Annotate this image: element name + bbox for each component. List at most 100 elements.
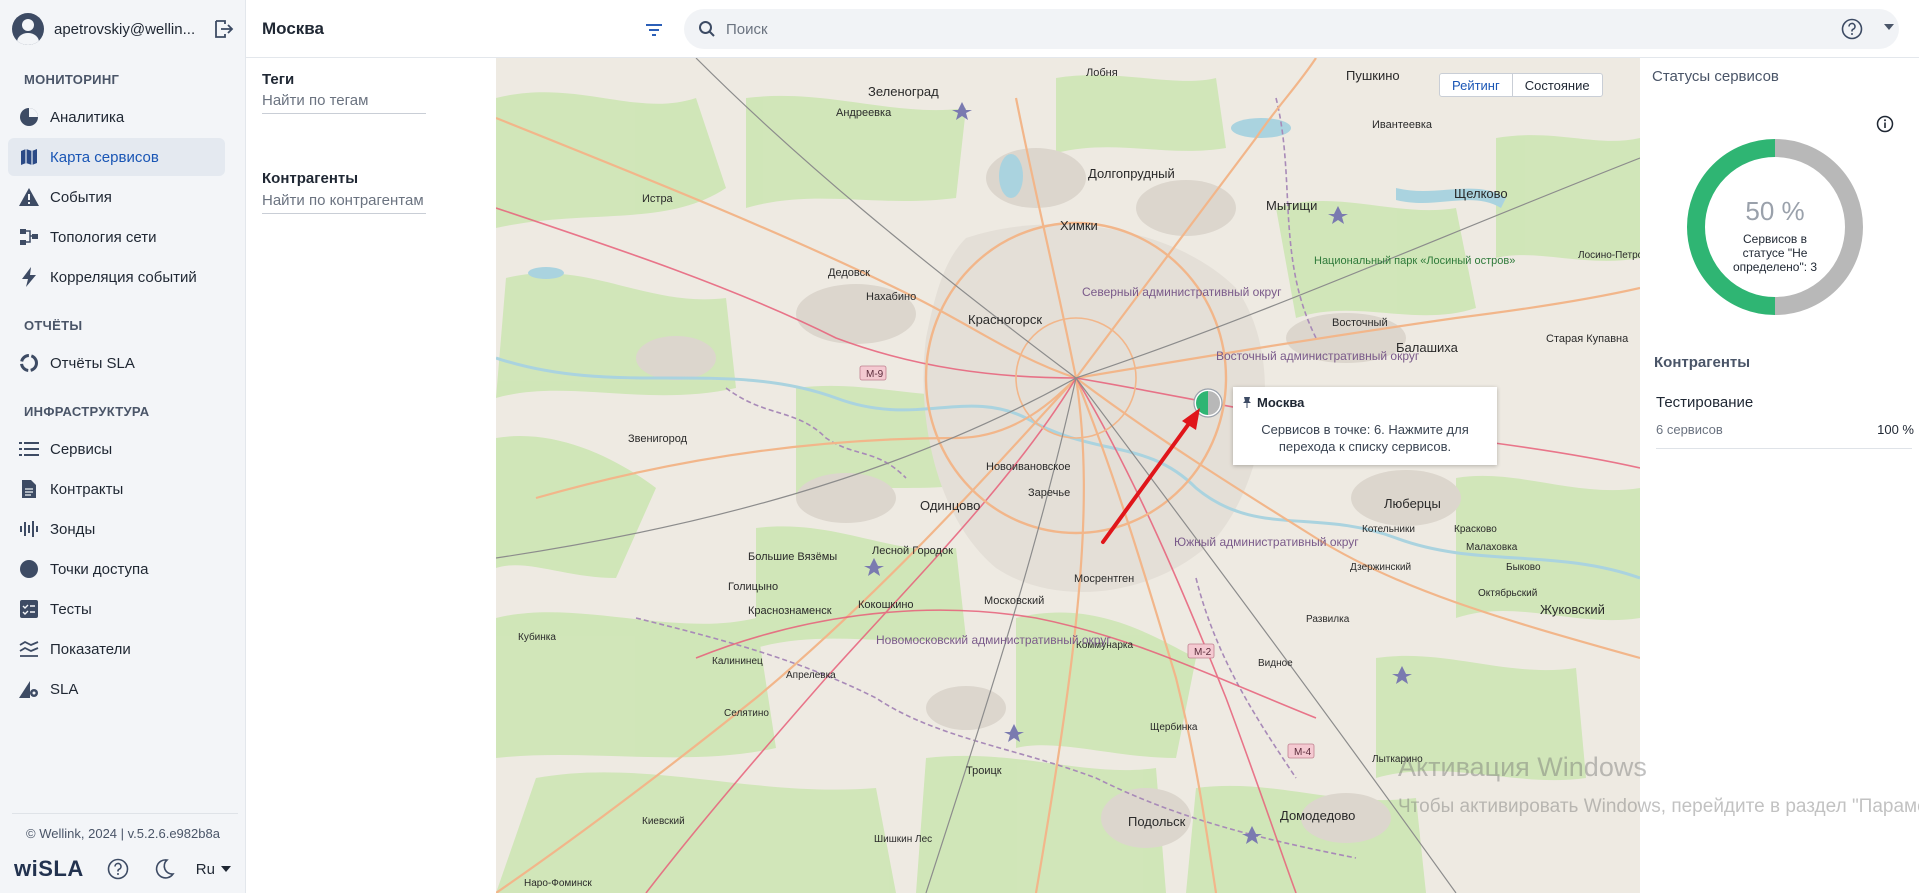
pin-icon	[1243, 397, 1251, 408]
topology-icon	[18, 226, 40, 248]
map-label: Мытищи	[1266, 198, 1317, 213]
map-label: Лесной Городок	[872, 545, 953, 557]
sidebar: apetrovskiy@wellin... МОНИТОРИНГ Аналити…	[0, 0, 246, 893]
search-bar[interactable]	[684, 9, 1899, 49]
sidebar-item-service-map[interactable]: Карта сервисов	[8, 138, 225, 176]
sidebar-item-tests[interactable]: Тесты	[8, 590, 225, 628]
report-ring-icon	[18, 352, 40, 374]
sidebar-item-contracts[interactable]: Контракты	[8, 470, 225, 508]
map-label: Долгопрудный	[1088, 166, 1175, 181]
map-label: Северный административный округ	[1082, 285, 1282, 299]
sidebar-footer: wiSLA Ru	[14, 856, 231, 882]
sidebar-item-sla[interactable]: SLA	[8, 670, 225, 708]
sidebar-item-label: Сервисы	[50, 440, 113, 458]
sidebar-item-topology[interactable]: Топология сети	[8, 218, 225, 256]
services-status-title: Статусы сервисов	[1652, 68, 1779, 85]
section-infrastructure: ИНФРАСТРУКТУРА	[24, 404, 150, 419]
page-title: Москва	[262, 19, 324, 38]
map-label: Щербинка	[1150, 721, 1198, 733]
map-label: Киевский	[642, 816, 685, 827]
pie-chart-icon	[18, 106, 40, 128]
sidebar-item-events[interactable]: События	[8, 178, 225, 216]
donut-segment-undefined[interactable]	[1774, 139, 1863, 315]
filter-icon[interactable]	[643, 19, 665, 41]
app-root: apetrovskiy@wellin... МОНИТОРИНГ Аналити…	[0, 0, 1919, 893]
sidebar-item-label: Зонды	[50, 520, 96, 538]
document-icon	[18, 478, 40, 500]
contractor-service-count: 6 сервисов	[1656, 422, 1723, 437]
donut-caption: Сервисов в статусе "Не определено": 3	[1732, 232, 1818, 274]
map-label: Октябрьский	[1478, 587, 1537, 599]
map-label: Нахабино	[866, 291, 916, 303]
contractor-name[interactable]: Тестирование	[1656, 394, 1753, 411]
chevron-down-icon[interactable]	[1884, 24, 1894, 30]
map-label: Люберцы	[1384, 496, 1441, 511]
map-label: Домодедово	[1280, 808, 1355, 823]
map-label: Ивантеевка	[1372, 119, 1433, 131]
map-mode-toggle[interactable]: Рейтинг Состояние	[1439, 73, 1603, 97]
map-label: Новоивановское	[986, 461, 1070, 473]
map-label: Котельники	[1362, 524, 1415, 535]
map-label: Одинцово	[920, 498, 980, 513]
sidebar-item-services[interactable]: Сервисы	[8, 430, 225, 468]
sidebar-item-access-points[interactable]: Точки доступа	[8, 550, 225, 588]
map-label: Малаховка	[1466, 542, 1518, 553]
contractors-search-input[interactable]	[262, 188, 426, 214]
search-icon	[699, 21, 715, 37]
sidebar-item-sla-reports[interactable]: Отчёты SLA	[8, 344, 225, 382]
map-label: Голицыно	[728, 581, 778, 593]
search-input[interactable]	[726, 20, 1776, 38]
chevron-down-icon	[220, 866, 231, 872]
sidebar-item-correlation[interactable]: Корреляция событий	[8, 258, 225, 296]
windows-activation-title: Активация Windows	[1398, 752, 1647, 782]
map-label: Национальный парк «Лосиный остров»	[1314, 255, 1515, 267]
sidebar-item-probes[interactable]: Зонды	[8, 510, 225, 548]
circle-icon	[18, 558, 40, 580]
tags-search-input[interactable]	[262, 88, 426, 114]
map-label: Наро-Фоминск	[524, 878, 592, 889]
user-name[interactable]: apetrovskiy@wellin...	[54, 21, 204, 38]
sidebar-item-analytics[interactable]: Аналитика	[8, 98, 225, 136]
sidebar-item-label: SLA	[50, 680, 79, 698]
help-icon[interactable]	[1841, 18, 1863, 40]
sidebar-item-label: Тесты	[50, 600, 92, 618]
map-label: Лобня	[1086, 67, 1118, 79]
road-label-m9: М-9	[866, 369, 884, 380]
avatar[interactable]	[12, 13, 44, 45]
contractors-title: Контрагенты	[1654, 354, 1751, 371]
map-label: Быково	[1506, 562, 1541, 573]
toggle-rating[interactable]: Рейтинг	[1440, 74, 1513, 96]
sidebar-item-label: События	[50, 188, 112, 206]
map-label: Звенигород	[628, 433, 688, 445]
donut-segment-ok[interactable]	[1687, 139, 1776, 315]
map-label: Старая Купавна	[1546, 333, 1629, 345]
language-select[interactable]: Ru	[196, 861, 231, 878]
status-donut-chart[interactable]	[1686, 138, 1864, 316]
wisla-logo: wiSLA	[14, 856, 84, 881]
map-label: Жуковский	[1540, 602, 1605, 617]
map-label: Кокошкино	[858, 599, 914, 611]
map-label: Мосрентген	[1074, 573, 1134, 585]
user-profile[interactable]: apetrovskiy@wellin...	[0, 0, 246, 58]
logout-icon[interactable]	[212, 18, 234, 40]
map-label: Краснознаменск	[748, 605, 832, 617]
lightning-icon	[18, 266, 40, 288]
checklist-icon	[18, 598, 40, 620]
map-label: Зеленоград	[868, 84, 939, 99]
help-circle-icon[interactable]	[106, 857, 130, 881]
map-label: Большие Вязёмы	[748, 551, 837, 563]
service-point-tooltip[interactable]: Москва Сервисов в точке: 6. Нажмите для …	[1233, 387, 1497, 465]
sidebar-item-label: Отчёты SLA	[50, 354, 135, 372]
info-icon[interactable]	[1876, 115, 1894, 133]
filters-panel: Теги Контрагенты	[246, 58, 496, 893]
moon-icon[interactable]	[152, 857, 176, 881]
list-icon	[18, 438, 40, 460]
copyright: © Wellink, 2024 | v.5.2.6.e982b8a	[26, 826, 220, 841]
sidebar-item-label: Топология сети	[50, 228, 157, 246]
map-label: Заречье	[1028, 487, 1070, 499]
sidebar-item-metrics[interactable]: Показатели	[8, 630, 225, 668]
sidebar-divider	[12, 813, 238, 814]
header: Москва	[246, 0, 1919, 58]
map-label: Андреевка	[836, 107, 892, 119]
toggle-state[interactable]: Состояние	[1513, 74, 1602, 96]
